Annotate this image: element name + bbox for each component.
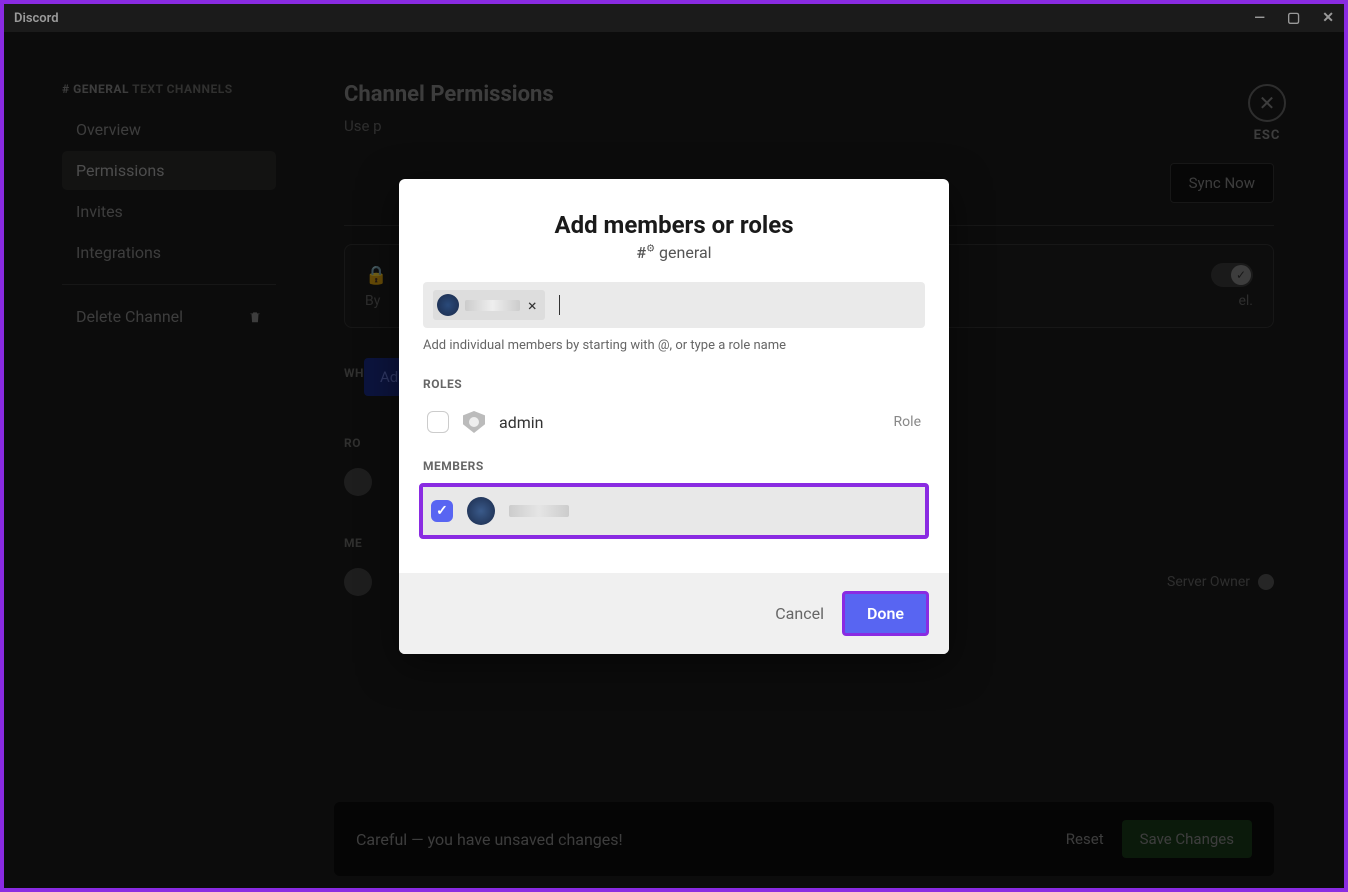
roles-section-header: ROLES [423,377,925,391]
member-checkbox-checked[interactable] [431,500,453,522]
modal-footer: Cancel Done [399,573,949,654]
modal-title: Add members or roles [423,211,925,239]
role-item-admin[interactable]: admin Role [423,401,925,443]
minimize-icon[interactable]: — [1254,10,1265,26]
role-name: admin [499,413,543,432]
chip-avatar [437,294,459,316]
role-checkbox[interactable] [427,411,449,433]
member-item-highlighted[interactable] [419,483,929,539]
close-window-icon[interactable]: ✕ [1322,10,1334,26]
shield-icon [463,411,485,433]
modal-subtitle: #⚙ general [423,243,925,262]
member-avatar [467,497,495,525]
cancel-button[interactable]: Cancel [775,604,824,623]
role-type-tag: Role [894,414,921,430]
app-name: Discord [14,11,59,26]
remove-chip-icon[interactable]: × [528,296,537,315]
maximize-icon[interactable]: ▢ [1287,10,1300,26]
selected-member-chip: × [433,290,545,320]
text-cursor [559,295,560,315]
input-hint: Add individual members by starting with … [423,338,925,353]
modal-overlay[interactable]: Add members or roles #⚙ general × Add [4,32,1344,888]
member-name-redacted [509,505,569,517]
titlebar: Discord — ▢ ✕ [4,4,1344,32]
done-button[interactable]: Done [842,591,929,636]
main-area: # GENERAL TEXT CHANNELS Overview Permiss… [4,32,1344,888]
chip-name-redacted [465,300,520,311]
member-search-input[interactable]: × [423,282,925,328]
window-controls: — ▢ ✕ [1254,10,1334,26]
members-section-header: MEMBERS [423,459,925,473]
add-members-modal: Add members or roles #⚙ general × Add [399,179,949,654]
app-window: Discord — ▢ ✕ # GENERAL TEXT CHANNELS Ov… [4,4,1344,888]
hash-icon: #⚙ [636,243,655,262]
